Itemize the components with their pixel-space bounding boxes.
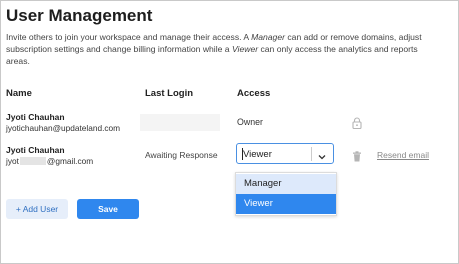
email-prefix: jyot	[6, 156, 19, 166]
save-button[interactable]: Save	[77, 199, 139, 219]
column-header-access: Access	[237, 88, 271, 99]
intro-part: Invite others to join your workspace and…	[6, 32, 252, 42]
user-email: jyotichauhan@updateland.com	[6, 123, 121, 133]
user-name: Jyoti Chauhan	[6, 112, 65, 122]
user-email: jyot @gmail.com	[6, 156, 93, 166]
intro-role-viewer: Viewer	[231, 44, 259, 54]
dropdown-option-manager[interactable]: Manager	[236, 174, 336, 194]
access-dropdown-menu: Manager Viewer	[235, 172, 337, 216]
add-user-button[interactable]: + Add User	[6, 199, 68, 219]
column-header-name: Name	[6, 88, 32, 99]
email-redaction	[19, 157, 46, 165]
intro-text: Invite others to join your workspace and…	[6, 31, 426, 67]
email-suffix: @gmail.com	[46, 156, 94, 166]
column-header-last-login: Last Login	[145, 88, 194, 99]
select-divider	[311, 147, 312, 161]
dropdown-option-viewer[interactable]: Viewer	[236, 194, 336, 214]
trash-icon[interactable]	[352, 149, 362, 167]
last-login-value: Awaiting Response	[145, 150, 218, 160]
lock-icon	[352, 116, 362, 134]
page-title: User Management	[6, 6, 153, 25]
intro-role-manager: Manager	[251, 32, 285, 42]
last-login-value	[140, 114, 220, 131]
access-select[interactable]: Viewer	[236, 143, 334, 164]
resend-email-link[interactable]: Resend email	[377, 150, 429, 160]
user-name: Jyoti Chauhan	[6, 145, 65, 155]
chevron-down-icon[interactable]	[317, 149, 327, 167]
access-owner-label: Owner	[237, 117, 263, 127]
access-select-value: Viewer	[243, 149, 272, 160]
